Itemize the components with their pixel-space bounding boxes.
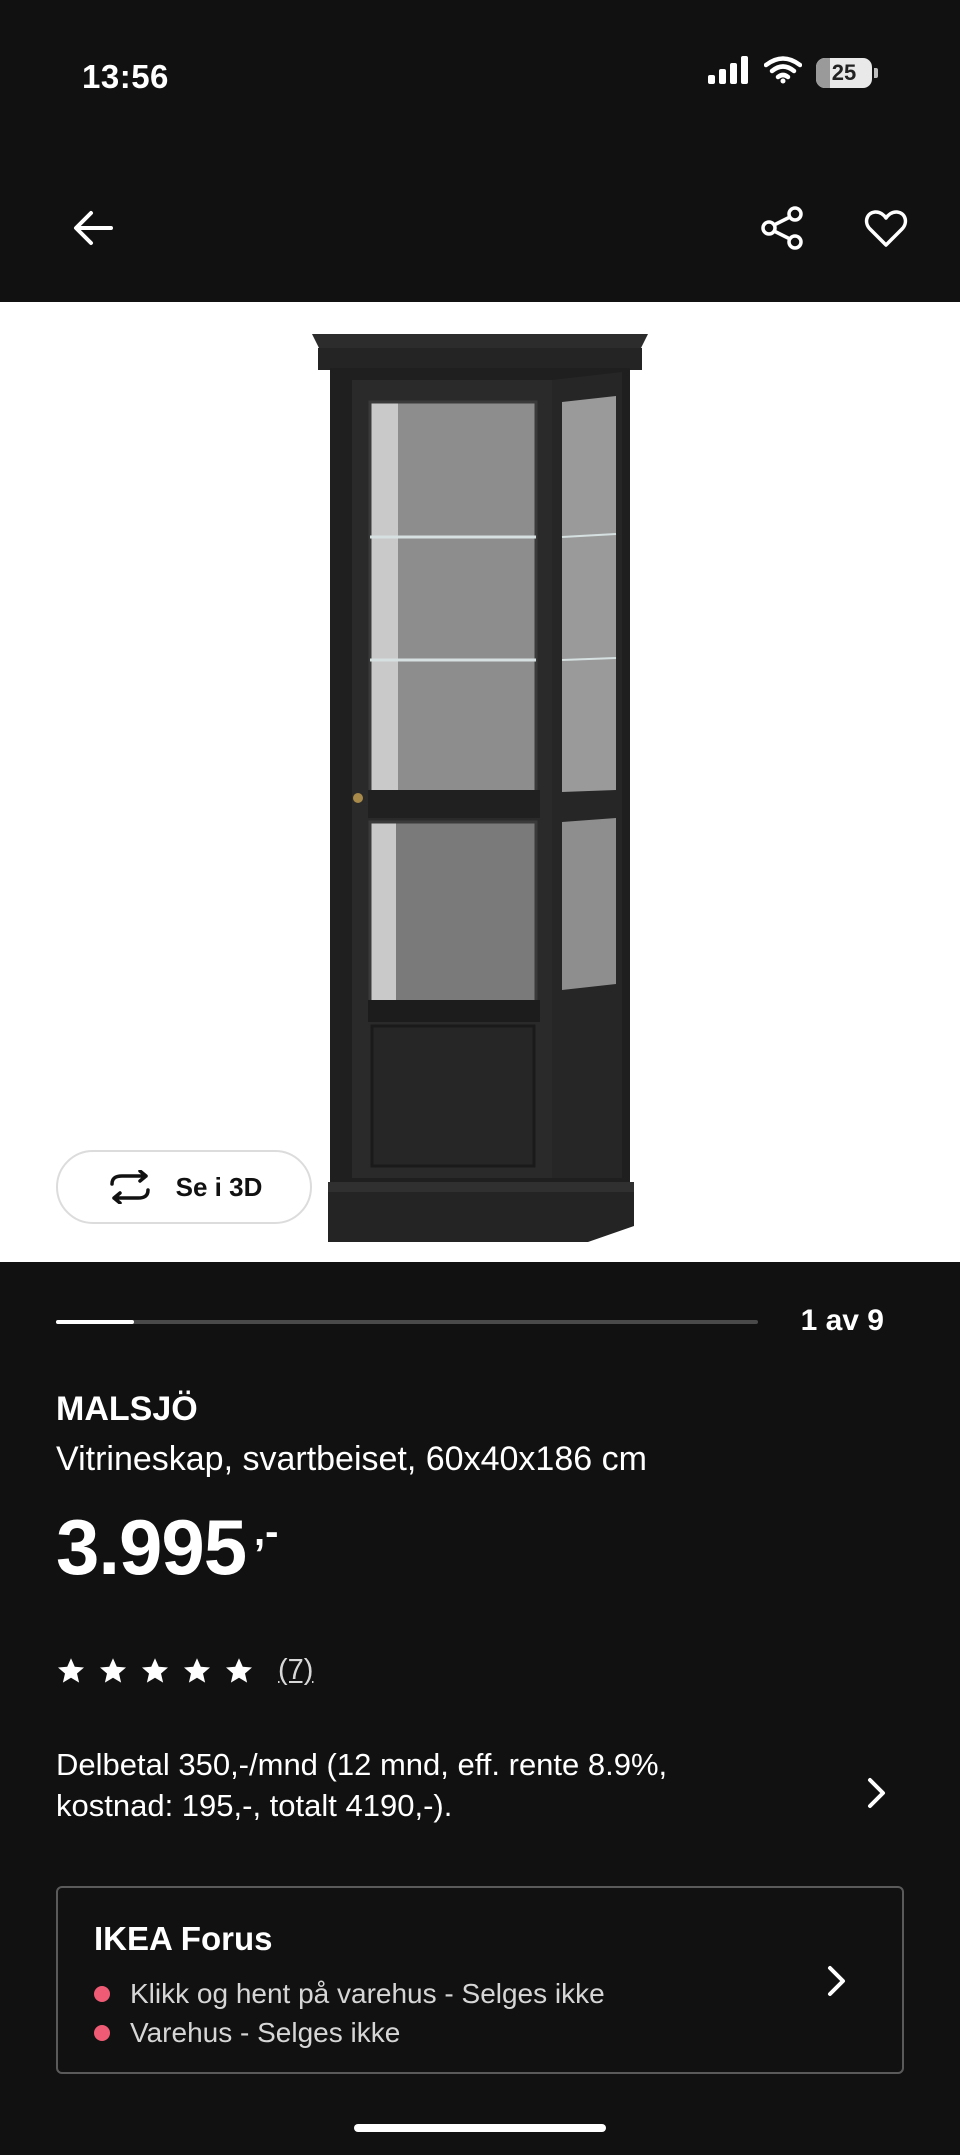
favorite-button[interactable] <box>851 193 921 263</box>
star-icon <box>226 1657 252 1683</box>
battery-level: 25 <box>831 59 857 85</box>
star-icon <box>100 1657 126 1683</box>
star-icon <box>142 1657 168 1683</box>
product-name: MALSJÖ <box>56 1390 198 1428</box>
rating-count[interactable]: (7) <box>278 1654 313 1687</box>
gallery-progress-fill <box>56 1320 134 1324</box>
product-description: Vitrineskap, svartbeiset, 60x40x186 cm <box>56 1440 647 1478</box>
wifi-icon <box>763 56 803 89</box>
store-availability-line: Varehus - Selges ikke <box>94 2017 400 2049</box>
store-availability-text: Varehus - Selges ikke <box>130 2017 401 2048</box>
gallery-counter: 1 av 9 <box>800 1304 884 1337</box>
price-suffix: ,- <box>254 1510 279 1554</box>
share-button[interactable] <box>747 193 817 263</box>
star-icon <box>58 1657 84 1683</box>
status-icons: 25 <box>708 56 878 89</box>
view-3d-label: Se i 3D <box>175 1171 263 1202</box>
store-availability-line: Klikk og hent på varehus - Selges ikke <box>94 1978 605 2010</box>
product-image-area[interactable]: Se i 3D <box>0 302 960 1262</box>
chevron-right-icon <box>828 1966 845 1996</box>
status-dot-icon <box>94 1986 110 2002</box>
back-button[interactable] <box>58 193 128 263</box>
product-price: 3.995 <box>56 1503 247 1591</box>
rotate-3d-icon <box>109 1170 150 1204</box>
gallery-progress <box>56 1320 758 1324</box>
arrow-left-icon <box>74 211 113 245</box>
status-time: 13:56 <box>82 58 169 95</box>
store-name: IKEA Forus <box>94 1920 273 1957</box>
heart-icon <box>864 210 908 247</box>
store-availability-card[interactable]: IKEA Forus Klikk og hent på varehus - Se… <box>56 1886 904 2074</box>
product-image-cabinet <box>312 334 648 1242</box>
cellular-signal-icon <box>708 56 750 89</box>
star-icon <box>184 1657 210 1683</box>
installment-offer[interactable]: Delbetal 350,-/mnd (12 mnd, eff. rente 8… <box>56 1744 885 1840</box>
home-indicator <box>354 2124 606 2132</box>
store-availability-text: Klikk og hent på varehus - Selges ikke <box>130 1978 605 2009</box>
rating[interactable]: (7) <box>56 1654 313 1687</box>
status-bar: 13:56 25 <box>0 0 960 150</box>
rating-stars <box>56 1656 254 1686</box>
chevron-right-icon <box>868 1778 885 1808</box>
share-icon <box>761 206 803 250</box>
installment-text: Delbetal 350,-/mnd (12 mnd, eff. rente 8… <box>56 1747 668 1823</box>
status-dot-icon <box>94 2025 110 2041</box>
battery-icon: 25 <box>816 57 878 88</box>
view-3d-button[interactable]: Se i 3D <box>56 1150 312 1224</box>
